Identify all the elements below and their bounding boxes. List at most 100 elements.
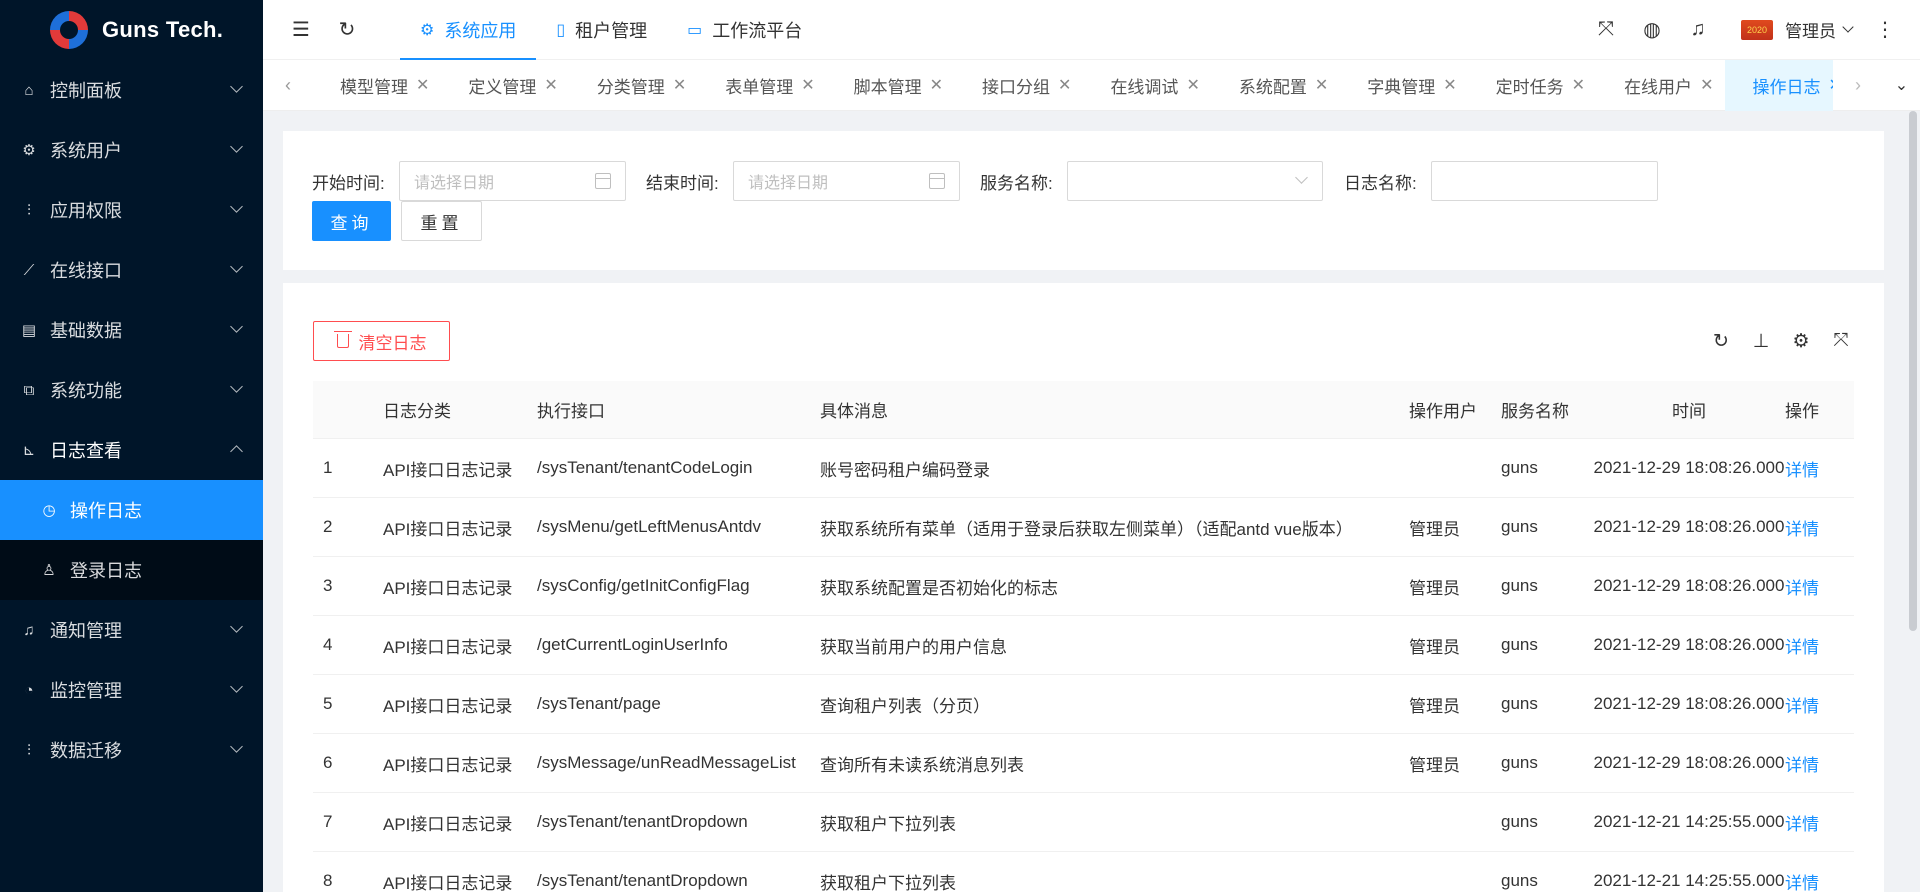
- page-scrollbar[interactable]: [1906, 111, 1920, 892]
- cell-category: API接口日志记录: [383, 873, 513, 892]
- close-icon[interactable]: ✕: [1572, 75, 1585, 95]
- log-name-input[interactable]: [1431, 161, 1658, 201]
- cell-index: 3: [323, 576, 333, 595]
- sidebar-item-login-log[interactable]: ♙ 登录日志: [0, 540, 263, 600]
- tab-online-debug[interactable]: 在线调试 ✕: [1083, 60, 1211, 111]
- reset-button[interactable]: 重置: [401, 201, 482, 241]
- detail-link[interactable]: 详情: [1785, 874, 1819, 892]
- more-vertical-icon[interactable]: ⋮: [1872, 17, 1898, 43]
- tab-scroll-right-icon[interactable]: ›: [1833, 60, 1883, 111]
- tab-dictionary-management[interactable]: 字典管理 ✕: [1340, 60, 1468, 111]
- tab-api-groups[interactable]: 接口分组 ✕: [955, 60, 1083, 111]
- bell-icon[interactable]: ♫: [1685, 17, 1711, 43]
- detail-link[interactable]: 详情: [1785, 638, 1819, 657]
- column-header-user: 操作用户: [1409, 402, 1477, 421]
- tab-operation-log[interactable]: 操作日志✕: [1725, 59, 1833, 111]
- tab-scheduled-tasks[interactable]: 定时任务 ✕: [1469, 60, 1597, 111]
- close-icon[interactable]: ✕: [673, 75, 686, 95]
- detail-link[interactable]: 详情: [1785, 579, 1819, 598]
- sidebar-item-label: 数据迁移: [50, 741, 122, 761]
- tabs-dropdown-icon[interactable]: ⌄: [1883, 60, 1920, 111]
- tab-system-config[interactable]: 系统配置 ✕: [1212, 60, 1340, 111]
- fullscreen-icon[interactable]: ⤧: [1593, 17, 1619, 43]
- cell-actions: 详情: [1785, 515, 1854, 540]
- log-submenu: ◷ 操作日志 ♙ 登录日志: [0, 480, 263, 600]
- detail-link[interactable]: 详情: [1785, 756, 1819, 775]
- end-time-input[interactable]: 请选择日期: [733, 161, 960, 201]
- tab-model-management[interactable]: 模型管理 ✕: [313, 60, 441, 111]
- tab-label: 系统配置: [1238, 77, 1307, 97]
- sidebar-item-log-view[interactable]: ⊾ 日志查看: [0, 420, 263, 480]
- close-icon[interactable]: ✕: [1186, 75, 1199, 95]
- close-icon[interactable]: ✕: [1315, 75, 1328, 95]
- top-nav-label: 工作流平台: [712, 20, 803, 41]
- chevron-down-icon[interactable]: [1842, 21, 1854, 33]
- logo[interactable]: Guns Tech.: [0, 0, 263, 60]
- tab-category-management[interactable]: 分类管理 ✕: [570, 60, 698, 111]
- tab-online-users[interactable]: 在线用户 ✕: [1597, 60, 1725, 111]
- sidebar-item-notifications[interactable]: ♫ 通知管理: [0, 600, 263, 660]
- sidebar-item-online-api[interactable]: ⟋ 在线接口: [0, 240, 263, 300]
- table-row: 5 API接口日志记录/sysTenant/page 查询租户列表（分页） 管理员 gu…: [313, 675, 1854, 734]
- query-button[interactable]: 查询: [312, 201, 391, 241]
- close-icon[interactable]: ✕: [930, 75, 943, 95]
- dashboard-icon: ◔: [24, 681, 34, 699]
- gear-icon[interactable]: ⚙: [1788, 328, 1814, 354]
- clear-log-label: 清空日志: [358, 333, 427, 353]
- close-icon[interactable]: ✕: [544, 75, 557, 95]
- detail-link[interactable]: 详情: [1785, 520, 1819, 539]
- top-nav-tenant-management[interactable]: ▯ 租户管理: [536, 0, 667, 60]
- sidebar-item-data-migration[interactable]: ⫶ 数据迁移: [0, 720, 263, 780]
- top-nav-system-apps[interactable]: ⚙ 系统应用: [400, 0, 537, 60]
- close-icon[interactable]: ✕: [1058, 75, 1071, 95]
- sidebar-item-system-users[interactable]: ⚙ 系统用户: [0, 120, 263, 180]
- close-icon[interactable]: ✕: [1443, 75, 1456, 95]
- tab-definition-management[interactable]: 定义管理 ✕: [441, 60, 569, 111]
- tab-script-management[interactable]: 脚本管理 ✕: [827, 60, 955, 111]
- cell-message: 查询租户列表（分页）: [820, 696, 990, 716]
- sidebar-item-base-data[interactable]: ▤ 基础数据: [0, 300, 263, 360]
- service-name-select[interactable]: [1067, 161, 1323, 201]
- detail-link[interactable]: 详情: [1785, 815, 1819, 834]
- table-row: 1 API接口日志记录/sysTenant/tenantCodeLogin 账号密码…: [313, 439, 1854, 498]
- chevron-down-icon: [230, 740, 243, 753]
- tab-scroll-left-icon[interactable]: ‹: [263, 60, 313, 111]
- user-name[interactable]: 管理员: [1785, 17, 1836, 42]
- sidebar-item-app-permissions[interactable]: ⫶ 应用权限: [0, 180, 263, 240]
- sidebar-item-dashboard[interactable]: ⌂ 控制面板: [0, 60, 263, 120]
- clock-icon: ◷: [42, 502, 56, 519]
- start-time-input[interactable]: 请选择日期: [399, 161, 626, 201]
- clear-log-button[interactable]: 清空日志: [313, 321, 450, 361]
- cell-time: 2021-12-21 14:25:55.000: [1593, 871, 1785, 890]
- chevron-down-icon: [230, 680, 243, 693]
- top-nav-label: 租户管理: [575, 20, 648, 41]
- column-header-category: 日志分类: [383, 402, 451, 421]
- cell-endpoint: /sysMessage/unReadMessageList: [537, 753, 796, 772]
- cell-service: guns: [1501, 871, 1538, 890]
- avatar[interactable]: 2020: [1741, 19, 1773, 40]
- cell-user: 管理员: [1409, 696, 1460, 716]
- tab-label: 表单管理: [725, 77, 794, 97]
- table-row: 4 API接口日志记录/getCurrentLoginUserInfo 获取当前用户…: [313, 616, 1854, 675]
- fullscreen-icon[interactable]: ⤧: [1828, 328, 1854, 354]
- reload-icon[interactable]: ↻: [1708, 328, 1734, 354]
- cell-service: guns: [1501, 753, 1538, 772]
- sidebar-item-system-functions[interactable]: ⧉ 系统功能: [0, 360, 263, 420]
- column-height-icon[interactable]: ⊥: [1748, 328, 1774, 354]
- detail-link[interactable]: 详情: [1785, 697, 1819, 716]
- menu-fold-icon[interactable]: ☰: [288, 17, 314, 43]
- top-nav-workflow-platform[interactable]: ▭ 工作流平台: [667, 0, 822, 60]
- close-icon[interactable]: ✕: [416, 75, 429, 95]
- cell-index: 5: [323, 694, 333, 713]
- sidebar-item-monitoring[interactable]: ◔ 监控管理: [0, 660, 263, 720]
- close-icon[interactable]: ✕: [801, 75, 814, 95]
- globe-icon[interactable]: ◍: [1639, 17, 1665, 43]
- sidebar-item-label: 系统用户: [50, 141, 122, 161]
- detail-link[interactable]: 详情: [1785, 461, 1819, 480]
- tab-form-management[interactable]: 表单管理 ✕: [698, 60, 826, 111]
- cell-index: 8: [323, 871, 333, 890]
- close-icon[interactable]: ✕: [1700, 75, 1713, 95]
- sidebar-item-operation-log[interactable]: ◷ 操作日志: [0, 480, 263, 540]
- reload-icon[interactable]: ↻: [334, 17, 360, 43]
- scrollbar-thumb[interactable]: [1909, 111, 1917, 631]
